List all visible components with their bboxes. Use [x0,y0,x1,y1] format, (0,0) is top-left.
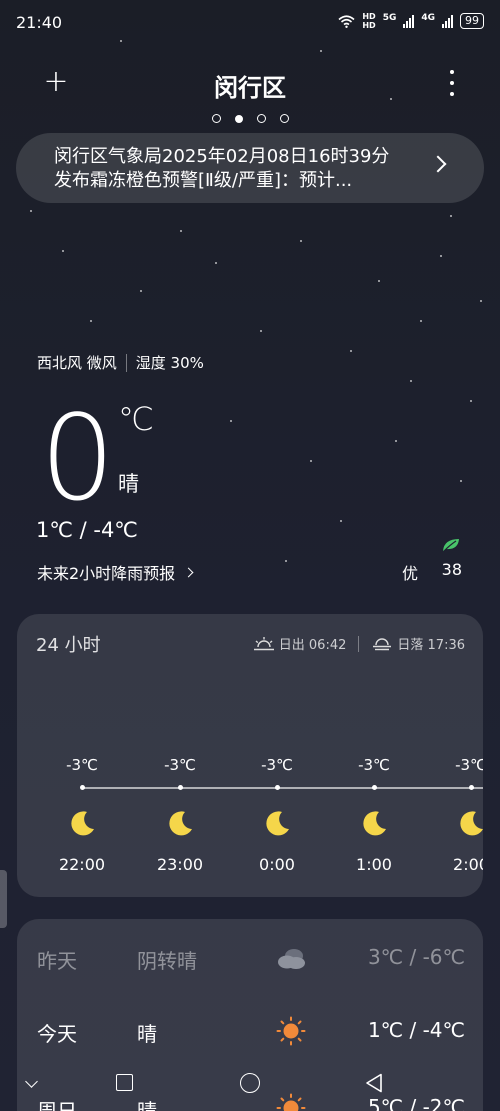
wifi-icon [338,14,355,28]
hour-temperature: -3℃ [358,756,390,774]
hour-temperature: -3℃ [66,756,98,774]
header: + 闵行区 [0,62,500,110]
weather-alert-banner[interactable]: 闵行区气象局2025年02月08日16时39分 发布霜冻橙色预警[Ⅱ级/严重]：… [16,133,484,203]
sunrise-icon [253,636,274,650]
current-temperature: 0 [40,389,116,527]
hour-time: 22:00 [58,855,106,874]
hour-time: 0:00 [259,855,295,874]
page-dot-active [234,114,243,123]
chevron-right-icon [183,567,194,577]
temperature-unit: ℃ [118,400,154,438]
signal-icon-2 [442,14,453,28]
day-name: 昨天 [37,949,77,973]
hour-point [274,785,280,790]
chevron-down-icon[interactable] [25,1075,38,1088]
day-row[interactable]: 昨天 阴转晴 3℃ / -6℃ [17,939,483,979]
hour-point [177,785,183,790]
wind-text: 西北风 微风 [37,354,117,372]
status-icons: HD HD 5G 4G 99 [338,12,484,30]
moon-icon [460,811,483,836]
aqi-value: 38 [441,560,462,579]
sunset-time: 日落 17:36 [397,638,465,653]
hourly-title: 24 小时 [36,635,101,656]
recents-button[interactable] [116,1074,133,1091]
hour-item: -3℃ 23:00 [150,756,210,874]
hour-time: 2:00 [453,855,483,874]
cloud-icon [278,949,305,969]
sun-icon [276,1016,306,1046]
wind-humidity-row: 西北风 微风 湿度 30% [37,352,204,373]
network-4g: 4G [421,13,435,23]
temperature-range: 1℃ / -4℃ [36,518,138,542]
back-button[interactable] [365,1073,383,1093]
sunset-icon [373,637,392,650]
hour-point [371,785,377,790]
day-condition: 晴 [137,1022,157,1046]
aqi-label: 优 [402,564,419,583]
status-time: 21:40 [16,13,63,32]
rain-forecast-link[interactable]: 未来2小时降雨预报 [37,560,194,584]
side-drawer-handle[interactable] [0,870,7,928]
hour-item: -3℃ 1:00 [344,756,404,874]
hour-item: -3℃ 22:00 [52,756,112,874]
hour-point [79,785,85,790]
hd-indicator: HD HD [362,12,376,30]
page-indicator [0,114,500,123]
more-vertical-icon[interactable] [448,70,456,96]
current-condition: 晴 [118,472,139,496]
signal-icon [403,14,415,28]
navigation-bar [0,1060,500,1111]
day-temperature-range: 1℃ / -4℃ [367,1018,465,1042]
hour-temperature: -3℃ [164,756,196,774]
page-dot [211,114,221,123]
divider [358,635,360,652]
network-5g: 5G [382,13,397,23]
page-dot [279,114,289,123]
day-row[interactable]: 今天 晴 1℃ / -4℃ [17,1012,483,1052]
sunrise-time: 日出 06:42 [278,638,347,653]
moon-icon [71,811,94,836]
chevron-right-icon [429,155,447,173]
air-quality[interactable]: 优 38 [402,538,462,583]
humidity-text: 湿度 30% [135,354,204,372]
home-button[interactable] [240,1073,260,1093]
battery-icon: 99 [460,13,484,29]
sun-times: 日出 06:42 日落 17:36 [253,634,465,653]
hour-item: -3℃ 2:00 [441,756,483,874]
leaf-icon [443,539,459,552]
page-title[interactable]: 闵行区 [0,68,500,103]
page-dot [256,114,266,123]
moon-icon [169,811,192,836]
divider [125,353,127,372]
moon-icon [266,811,289,836]
day-temperature-range: 3℃ / -6℃ [367,945,465,969]
hourly-forecast-card[interactable]: 24 小时 日出 06:42 日落 17:36 -3℃ 22:00 -3℃ 23… [17,614,483,897]
moon-icon [363,811,386,836]
hour-item: -3℃ 0:00 [247,756,307,874]
day-condition: 阴转晴 [137,949,197,973]
alert-text: 闵行区气象局2025年02月08日16时39分 发布霜冻橙色预警[Ⅱ级/严重]：… [54,146,390,191]
status-bar: 21:40 HD HD 5G 4G 99 [0,0,500,46]
hour-time: 1:00 [356,855,392,874]
hour-time: 23:00 [156,855,204,874]
hour-temperature: -3℃ [455,756,483,774]
hour-point [468,785,474,790]
hour-temperature: -3℃ [261,756,293,774]
day-name: 今天 [37,1022,77,1046]
